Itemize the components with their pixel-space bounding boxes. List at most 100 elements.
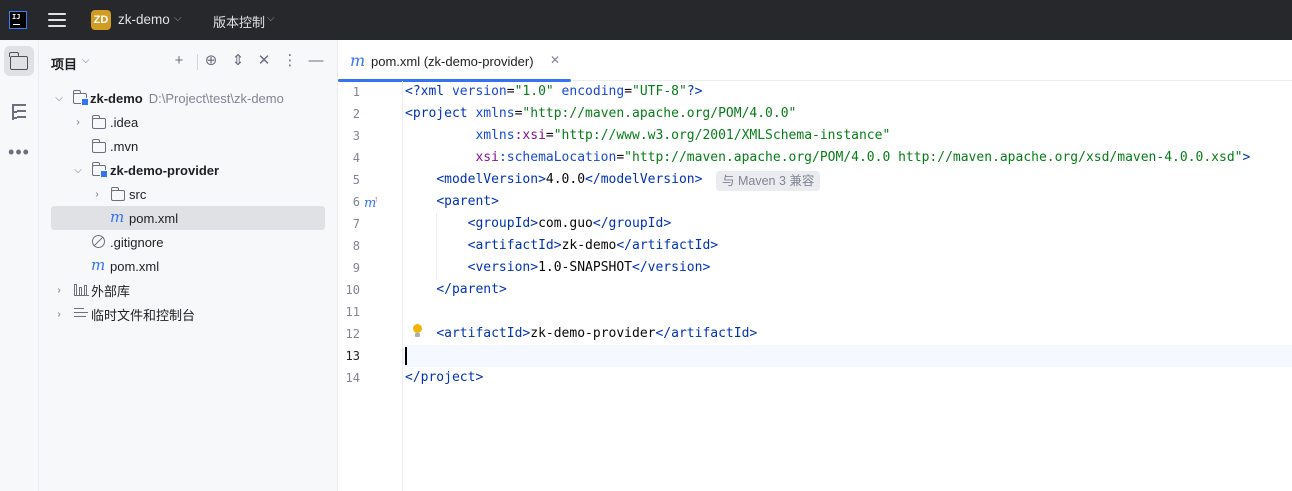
code-line-3[interactable]: xmlns:xsi="http://www.w3.org/2001/XMLSch… [405,125,890,147]
tree-item-zk-demo[interactable]: ⌵ zk-demo D:\Project\test\zk-demo [51,86,325,110]
code-line-10[interactable]: </parent> [405,279,506,301]
code-token: groupId [475,216,531,231]
tree-item-path: D:\Project\test\zk-demo [148,90,284,106]
project-panel-header: 项目 ⌵ + ⊕ ⇕ ✕ ⋮ — [39,40,338,82]
chevron-right-icon[interactable]: › [53,285,65,296]
folder-icon [91,139,106,153]
line-number: 6 [352,195,360,209]
code-token: artifactId [632,238,711,253]
tree-item-provider-pom[interactable]: m pom.xml [51,206,325,230]
code-line-9[interactable]: <version>1.0-SNAPSHOT</version> [405,257,711,279]
code-line-2[interactable]: <project xmlns="http://maven.apache.org/… [405,103,796,125]
code-line-12[interactable]: <artifactId>zk-demo-provider</artifactId… [405,323,757,345]
code-token: "http://maven.apache.org/POM/4.0.0" [522,106,797,121]
app-logo-icon[interactable]: IJ [9,11,27,29]
code-token: < [405,106,413,121]
tree-item-label: 外部库 [91,283,131,299]
chevron-down-icon[interactable]: ⌵ [72,165,84,176]
maven-file-icon: m [350,51,366,70]
code-token: artifactId [444,326,523,341]
code-line-6[interactable]: <parent> [405,191,499,213]
tree-item-label: 临时文件和控制台 [91,307,196,323]
editor-area: m pom.xml (zk-demo-provider) ✕ 1 2 3 4 5… [338,40,1292,491]
code-token: :schemaLocation [498,150,617,165]
current-line-highlight [403,345,1292,367]
options-icon[interactable]: ⋮ [280,51,300,71]
code-line-7[interactable]: <groupId>com.guo</groupId> [405,213,672,235]
code-line-4[interactable]: xsi:schemaLocation="http://maven.apache.… [405,147,1250,169]
main-menu-icon[interactable] [48,12,66,28]
tree-item-root-pom[interactable]: m pom.xml [51,254,325,278]
chevron-down-icon[interactable]: ⌵ [174,13,182,24]
maven-file-icon: m [110,208,125,226]
tree-item-src[interactable]: › src [51,182,325,206]
code-line-1[interactable]: <?xml version="1.0" encoding="UTF-8"?> [405,81,702,103]
project-tool-button[interactable] [4,46,34,76]
code-token: "http://www.w3.org/2001/XMLSchema-instan… [553,128,891,143]
code-token: version [647,260,703,275]
code-token: zk-demo-provider [530,326,656,341]
chevron-down-icon[interactable]: ⌵ [82,55,90,66]
tree-item-mvn[interactable]: .mvn [51,134,325,158]
structure-tool-button[interactable] [4,97,34,127]
tree-item-gitignore[interactable]: .gitignore [51,230,325,254]
code-token: xmlns [475,128,515,143]
more-tools-button[interactable]: ••• [4,137,34,167]
tree-item-external-libraries[interactable]: › 外部库 [51,278,325,302]
tree-item-idea[interactable]: › .idea [51,110,325,134]
line-number: 9 [352,261,360,275]
folder-icon [91,115,106,129]
chevron-down-icon[interactable]: ⌵ [53,93,65,104]
gutter-divider [402,81,403,491]
tree-item-label: pom.xml [110,258,160,274]
chevron-down-icon[interactable]: ⌵ [267,13,275,24]
code-token: > [1242,150,1251,165]
code-token: zk-demo [561,238,617,253]
line-number: 3 [352,129,360,143]
tree-item-label: zk-demo [90,90,143,106]
code-line-8[interactable]: <artifactId>zk-demo</artifactId> [405,235,719,257]
code-token: 1.0-SNAPSHOT [538,260,632,275]
code-token: project [420,370,476,385]
module-folder-icon [72,90,89,106]
tree-item-label: pom.xml [129,210,179,226]
tree-item-scratches[interactable]: › 临时文件和控制台 [51,302,325,326]
chevron-right-icon[interactable]: › [72,117,84,128]
chevron-right-icon[interactable]: › [53,309,65,320]
code-line-5[interactable]: <modelVersion>4.0.0</modelVersion> [405,169,702,191]
code-line-14[interactable]: </project> [405,367,483,389]
code-token: modelVersion [600,172,695,187]
project-badge[interactable]: ZD [91,10,111,30]
project-name[interactable]: zk-demo [118,12,170,27]
project-panel-title[interactable]: 项目 [51,54,77,73]
inlay-hint-badge[interactable]: 与 Maven 3 兼容 [716,171,821,191]
vcs-menu[interactable]: 版本控制 [213,12,265,31]
chevron-right-icon[interactable]: › [91,189,103,200]
maven-file-icon: m [91,256,106,274]
code-token: <? [405,84,421,99]
tab-label: pom.xml (zk-demo-provider) [371,54,534,69]
line-gutter[interactable]: 1 2 3 4 5 6 7 8 9 10 11 12 13 14 [338,81,402,491]
code-token: = [545,128,554,143]
tree-item-zk-demo-provider[interactable]: ⌵ zk-demo-provider [51,158,325,182]
expand-all-icon[interactable]: ⇕ [228,51,248,71]
line-number: 11 [345,305,360,319]
tree-item-label: .idea [110,114,139,130]
close-icon[interactable]: ✕ [550,53,560,67]
folder-icon [9,52,28,70]
new-file-icon[interactable]: + [169,51,189,71]
code-token: parent [451,282,499,297]
code-token: modelVersion [444,172,539,187]
code-token: xsi [475,150,499,165]
locate-icon[interactable]: ⊕ [201,51,221,71]
tool-window-strip: ••• [0,40,39,491]
hide-icon[interactable]: — [306,51,326,71]
code-token: version [444,84,507,99]
folder-icon [110,187,125,201]
code-token: com.guo [538,216,593,231]
line-number: 13 [345,349,360,363]
line-number: 2 [352,107,360,121]
code-token: ?> [686,84,703,99]
collapse-all-icon[interactable]: ✕ [254,51,274,71]
tab-pom-xml[interactable]: m pom.xml (zk-demo-provider) ✕ [338,40,571,82]
